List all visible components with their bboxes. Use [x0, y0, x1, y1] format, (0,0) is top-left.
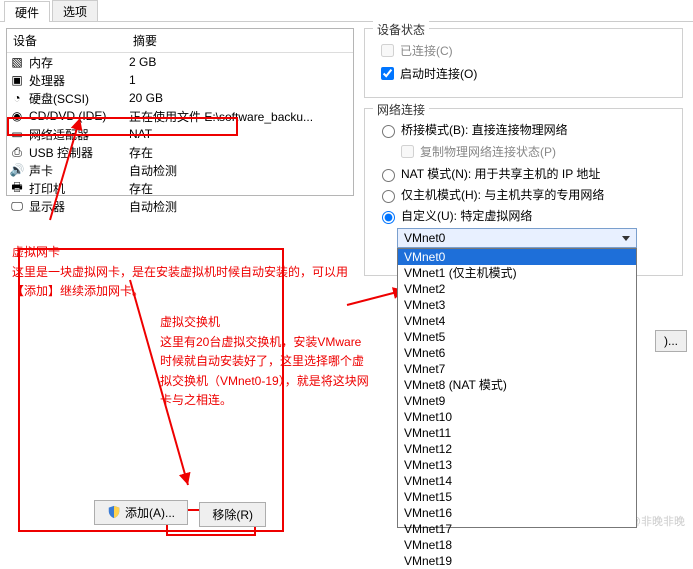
annotation-nic: 虚拟网卡 这里是一块虚拟网卡，是在安装虚拟机时候自动安装的，可以用【添加】继续添…	[12, 242, 352, 301]
legend-network: 网络连接	[373, 101, 429, 118]
device-name: 处理器	[29, 72, 129, 89]
label-custom: 自定义(U): 特定虚拟网络	[401, 207, 532, 224]
vmnet-selected[interactable]: VMnet0	[397, 228, 637, 248]
dropdown-option[interactable]: VMnet11	[398, 425, 636, 441]
dropdown-option[interactable]: VMnet6	[398, 345, 636, 361]
dropdown-option[interactable]: VMnet5	[398, 329, 636, 345]
annotation-switch: 虚拟交换机 这里有20台虚拟交换机，安装VMware时候就自动安装好了，这里选择…	[160, 312, 370, 410]
device-summary: 1	[129, 73, 351, 87]
device-name: 显示器	[29, 198, 129, 215]
device-icon: ⎙	[9, 144, 25, 160]
checkbox-replicate	[401, 145, 414, 158]
device-summary: NAT	[129, 127, 351, 141]
dropdown-option[interactable]: VMnet13	[398, 457, 636, 473]
dropdown-option[interactable]: VMnet16	[398, 505, 636, 521]
device-name: CD/DVD (IDE)	[29, 109, 129, 123]
radio-nat[interactable]	[382, 169, 395, 182]
table-row[interactable]: ⎙USB 控制器存在	[7, 143, 353, 161]
label-bridged: 桥接模式(B): 直接连接物理网络	[401, 121, 568, 138]
label-nat: NAT 模式(N): 用于共享主机的 IP 地址	[401, 165, 600, 182]
dropdown-option[interactable]: VMnet4	[398, 313, 636, 329]
group-network-connection: 网络连接 桥接模式(B): 直接连接物理网络 复制物理网络连接状态(P) NAT…	[364, 108, 683, 276]
device-icon: 🖶	[9, 180, 25, 196]
device-name: 硬盘(SCSI)	[29, 90, 129, 107]
radio-hostonly[interactable]	[382, 190, 395, 203]
shield-icon	[107, 505, 121, 519]
device-name: USB 控制器	[29, 144, 129, 161]
table-row[interactable]: 🖵显示器自动检测	[7, 197, 353, 215]
device-icon: 🖵	[9, 198, 25, 214]
device-name: 声卡	[29, 162, 129, 179]
right-panel: 设备状态 已连接(C) 启动时连接(O) 网络连接 桥接模式(B): 直接连接物…	[360, 22, 693, 537]
tab-hardware[interactable]: 硬件	[4, 1, 50, 22]
left-panel: 设备 摘要 ▧内存2 GB▣处理器1◔硬盘(SCSI)20 GB◉CD/DVD …	[0, 22, 360, 537]
device-summary: 正在使用文件 E:\software_backu...	[129, 108, 351, 125]
vmnet-dropdown[interactable]: VMnet0 VMnet0VMnet1 (仅主机模式)VMnet2VMnet3V…	[397, 228, 670, 248]
device-name: 打印机	[29, 180, 129, 197]
dropdown-option[interactable]: VMnet7	[398, 361, 636, 377]
tab-options[interactable]: 选项	[52, 0, 98, 21]
device-icon: ▣	[9, 72, 25, 88]
bottom-buttons: 添加(A)... 移除(R)	[0, 500, 360, 528]
device-icon: ▭	[9, 126, 25, 142]
add-button[interactable]: 添加(A)...	[94, 500, 188, 525]
device-name: 网络适配器	[29, 126, 129, 143]
advanced-button[interactable]: )...	[655, 330, 687, 352]
dropdown-option[interactable]: VMnet0	[398, 249, 636, 265]
col-header-summary: 摘要	[127, 29, 353, 52]
dropdown-option[interactable]: VMnet2	[398, 281, 636, 297]
device-summary: 20 GB	[129, 91, 351, 105]
label-hostonly: 仅主机模式(H): 与主机共享的专用网络	[401, 186, 604, 203]
dropdown-option[interactable]: VMnet18	[398, 537, 636, 553]
table-row[interactable]: ◔硬盘(SCSI)20 GB	[7, 89, 353, 107]
dropdown-option[interactable]: VMnet17	[398, 521, 636, 537]
table-row[interactable]: ▧内存2 GB	[7, 53, 353, 71]
device-icon: ◉	[9, 108, 25, 124]
dropdown-option[interactable]: VMnet9	[398, 393, 636, 409]
device-icon: ◔	[9, 90, 25, 106]
tab-bar: 硬件 选项	[0, 0, 693, 22]
legend-device-status: 设备状态	[373, 21, 429, 38]
dropdown-option[interactable]: VMnet10	[398, 409, 636, 425]
table-row[interactable]: ▣处理器1	[7, 71, 353, 89]
dropdown-option[interactable]: VMnet3	[398, 297, 636, 313]
device-summary: 2 GB	[129, 55, 351, 69]
radio-bridged[interactable]	[382, 125, 395, 138]
label-connect-power: 启动时连接(O)	[400, 65, 477, 82]
label-connected: 已连接(C)	[400, 42, 453, 59]
device-icon: 🔊	[9, 162, 25, 178]
table-row[interactable]: ▭网络适配器NAT	[7, 125, 353, 143]
dropdown-option[interactable]: VMnet19	[398, 553, 636, 569]
dropdown-option[interactable]: VMnet14	[398, 473, 636, 489]
col-header-device: 设备	[7, 29, 127, 52]
device-summary: 自动检测	[129, 162, 351, 179]
vmnet-dropdown-list[interactable]: VMnet0VMnet1 (仅主机模式)VMnet2VMnet3VMnet4VM…	[397, 248, 637, 528]
device-icon: ▧	[9, 54, 25, 70]
dropdown-option[interactable]: VMnet8 (NAT 模式)	[398, 377, 636, 393]
checkbox-connected	[381, 44, 394, 57]
label-replicate: 复制物理网络连接状态(P)	[420, 143, 556, 160]
device-summary: 自动检测	[129, 198, 351, 215]
table-row[interactable]: 🖶打印机存在	[7, 179, 353, 197]
dropdown-option[interactable]: VMnet12	[398, 441, 636, 457]
table-row[interactable]: 🔊声卡自动检测	[7, 161, 353, 179]
dropdown-option[interactable]: VMnet15	[398, 489, 636, 505]
device-name: 内存	[29, 54, 129, 71]
device-summary: 存在	[129, 180, 351, 197]
table-row[interactable]: ◉ CD/DVD (IDE)正在使用文件 E:\software_backu...	[7, 107, 353, 125]
add-button-label: 添加(A)...	[125, 504, 175, 521]
group-device-status: 设备状态 已连接(C) 启动时连接(O)	[364, 28, 683, 98]
radio-custom[interactable]	[382, 211, 395, 224]
checkbox-connect-power[interactable]	[381, 67, 394, 80]
device-table: 设备 摘要 ▧内存2 GB▣处理器1◔硬盘(SCSI)20 GB◉CD/DVD …	[6, 28, 354, 196]
device-summary: 存在	[129, 144, 351, 161]
remove-button[interactable]: 移除(R)	[199, 502, 266, 527]
dropdown-option[interactable]: VMnet1 (仅主机模式)	[398, 265, 636, 281]
